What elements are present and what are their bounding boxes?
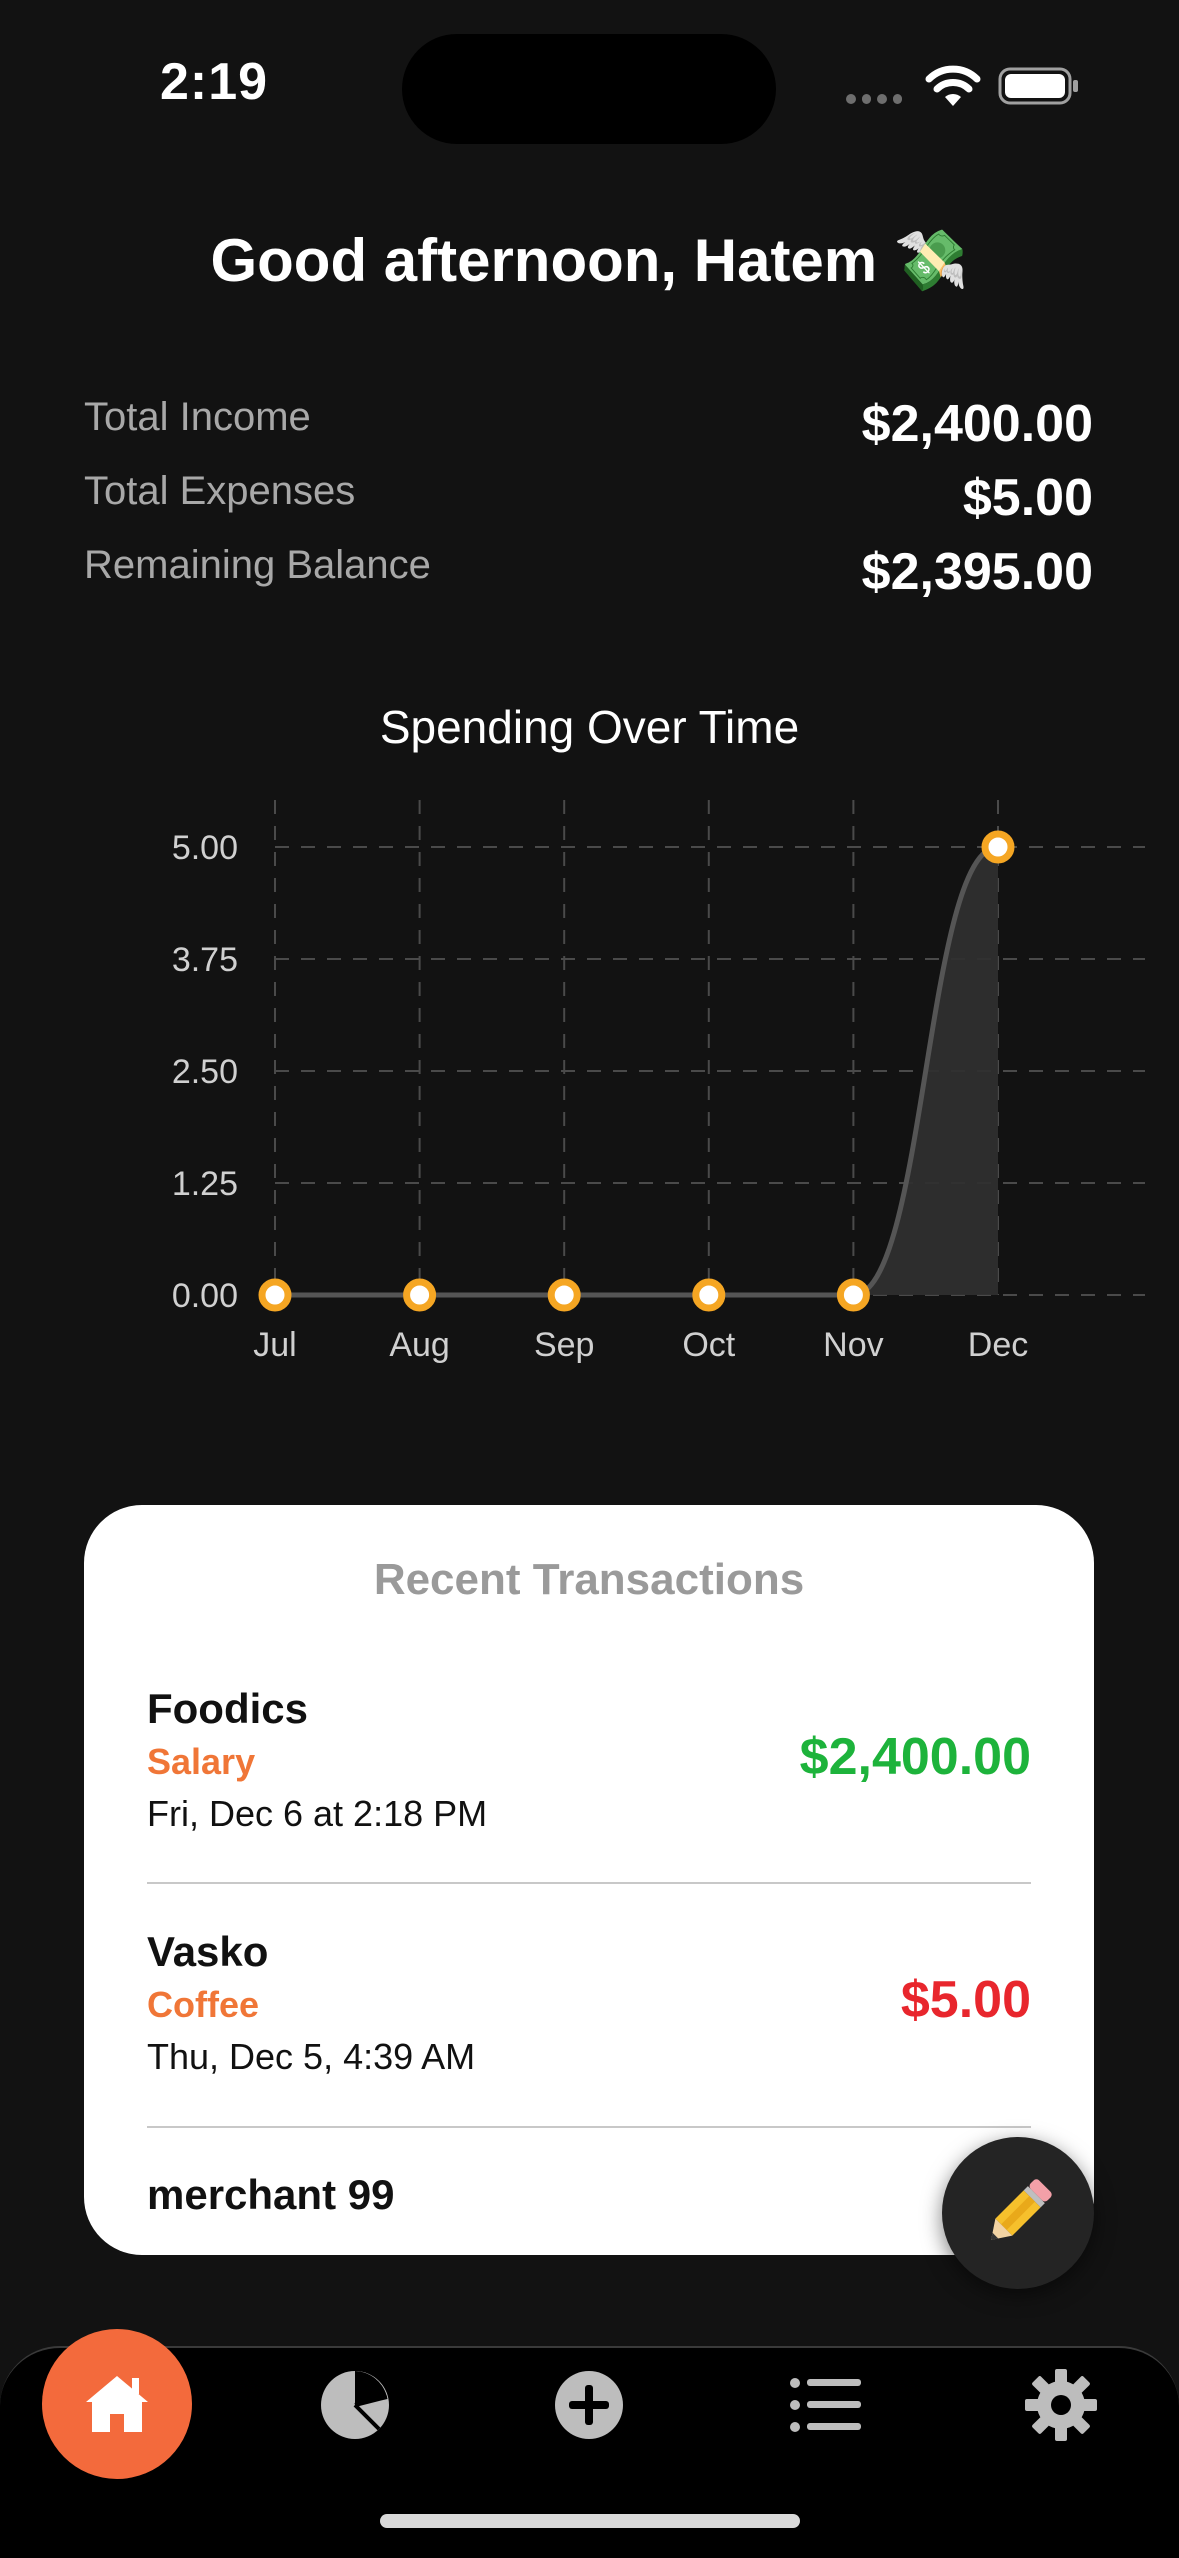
transaction-date: Thu, Dec 5, 4:39 AM bbox=[147, 2036, 476, 2077]
x-tick-label: Jul bbox=[253, 1326, 296, 1364]
transaction-date: Fri, Dec 6 at 2:18 PM bbox=[147, 1793, 488, 1834]
pie-chart-icon bbox=[321, 2371, 389, 2439]
y-tick-label: 1.25 bbox=[172, 1165, 238, 1203]
recent-transactions-card: Recent Transactions Foodics Salary Fri, … bbox=[84, 1505, 1094, 2255]
battery-icon bbox=[998, 67, 1078, 105]
tab-reports[interactable] bbox=[300, 2350, 410, 2460]
y-tick-label: 3.75 bbox=[172, 941, 238, 979]
add-circle-icon bbox=[555, 2371, 623, 2439]
remaining-balance-label: Remaining Balance bbox=[84, 543, 431, 587]
transaction-merchant: Vasko bbox=[147, 1928, 269, 1975]
tab-transactions-list[interactable] bbox=[770, 2350, 880, 2460]
tab-add-transaction[interactable] bbox=[534, 2350, 644, 2460]
dynamic-island bbox=[402, 34, 776, 144]
spending-chart: 0.00 1.25 2.50 3.75 5.00 Jul Aug Sep Oct Nov Dec bbox=[172, 800, 1145, 1364]
home-indicator bbox=[380, 2514, 800, 2528]
gear-icon bbox=[1025, 2369, 1097, 2441]
data-point bbox=[692, 1278, 726, 1312]
data-point bbox=[547, 1278, 581, 1312]
card-title: Recent Transactions bbox=[373, 1555, 805, 1604]
data-point bbox=[258, 1278, 292, 1312]
transaction-merchant: merchant 99 bbox=[147, 2171, 395, 2218]
transaction-amount: $5.00 bbox=[900, 1971, 1031, 2029]
x-tick-label: Dec bbox=[968, 1326, 1028, 1364]
divider bbox=[147, 1882, 1031, 1884]
total-expenses-label: Total Expenses bbox=[84, 469, 356, 513]
transaction-category: Coffee bbox=[147, 1984, 260, 2025]
x-tick-label: Sep bbox=[534, 1326, 595, 1364]
transaction-row[interactable]: merchant 99 bbox=[147, 2171, 1031, 2219]
y-tick-label: 2.50 bbox=[172, 1053, 238, 1091]
tab-home[interactable] bbox=[42, 2329, 192, 2479]
x-tick-label: Nov bbox=[823, 1326, 883, 1364]
cellular-signal-icon bbox=[846, 94, 902, 104]
total-income-label: Total Income bbox=[84, 395, 311, 439]
chart-title: Spending Over Time bbox=[379, 701, 800, 753]
transaction-merchant: Foodics bbox=[147, 1685, 309, 1732]
divider bbox=[147, 2126, 1031, 2128]
y-tick-label: 0.00 bbox=[172, 1277, 238, 1315]
y-tick-label: 5.00 bbox=[172, 829, 238, 867]
data-point bbox=[836, 1278, 870, 1312]
x-tick-label: Aug bbox=[389, 1326, 450, 1364]
home-icon bbox=[86, 2376, 148, 2432]
wifi-icon bbox=[925, 65, 981, 106]
transaction-amount: $2,400.00 bbox=[799, 1728, 1031, 1786]
data-point bbox=[981, 830, 1015, 864]
list-icon bbox=[790, 2378, 861, 2432]
greeting-title: Good afternoon, Hatem 💸 bbox=[210, 227, 969, 294]
x-tick-label: Oct bbox=[682, 1326, 735, 1364]
pencil-icon bbox=[991, 2179, 1052, 2240]
status-time: 2:19 bbox=[160, 53, 269, 111]
remaining-balance-value: $2,395.00 bbox=[861, 543, 1093, 601]
edit-fab-button[interactable] bbox=[942, 2137, 1094, 2289]
total-income-value: $2,400.00 bbox=[861, 395, 1093, 453]
transaction-row[interactable]: Foodics Salary Fri, Dec 6 at 2:18 PM $2,… bbox=[147, 1685, 1031, 1835]
total-expenses-value: $5.00 bbox=[962, 469, 1093, 527]
tab-settings[interactable] bbox=[1006, 2350, 1116, 2460]
transaction-row[interactable]: Vasko Coffee Thu, Dec 5, 4:39 AM $5.00 bbox=[147, 1928, 1031, 2078]
data-point bbox=[403, 1278, 437, 1312]
